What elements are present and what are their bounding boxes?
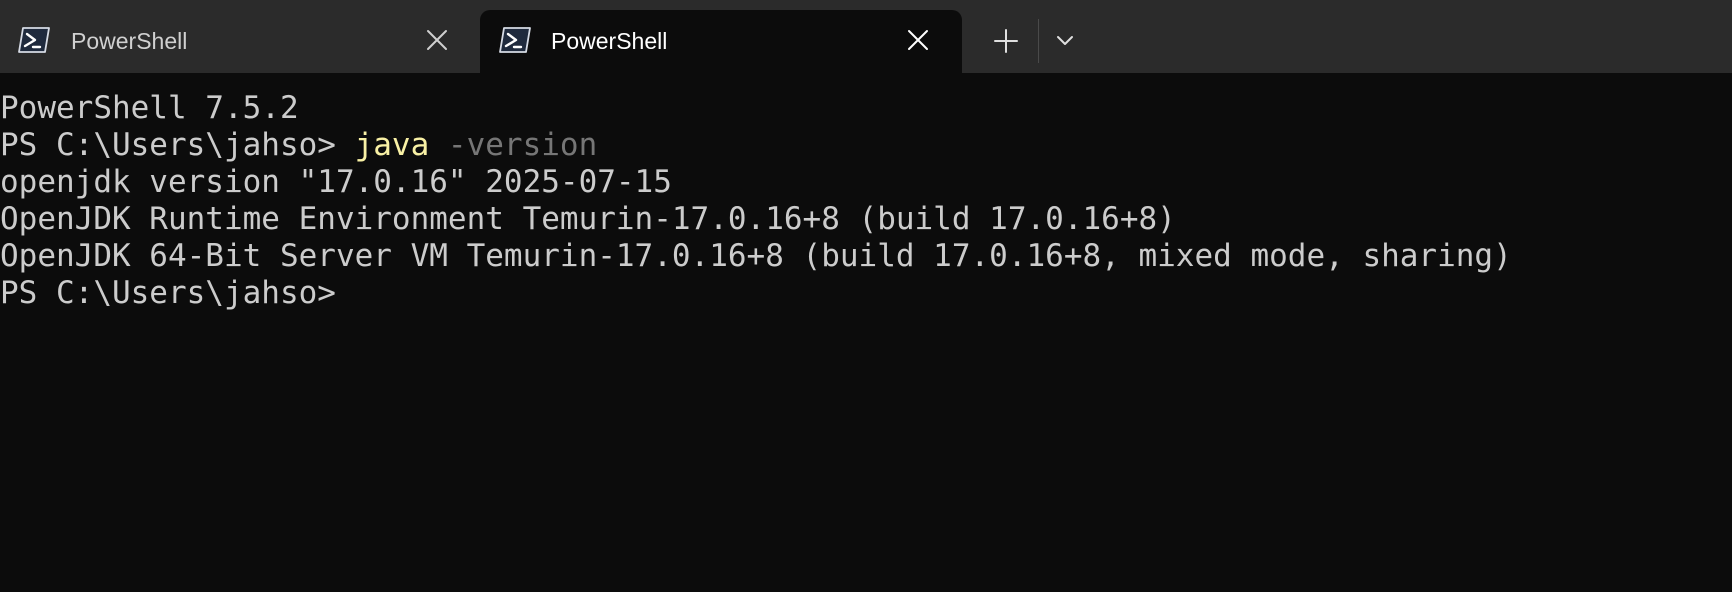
dropdown-button[interactable] (1052, 28, 1078, 52)
close-icon[interactable] (425, 28, 449, 52)
prompt-line: PS C:\Users\jahso> (0, 275, 336, 311)
command-line: PS C:\Users\jahso> java -version (0, 127, 1732, 164)
new-tab-button[interactable] (990, 25, 1022, 57)
terminal-pane[interactable]: PowerShell 7.5.2 PS C:\Users\jahso> java… (0, 73, 1732, 592)
tab-bar: PowerShell PowerShell (0, 0, 1732, 73)
output-line: OpenJDK Runtime Environment Temurin-17.0… (0, 201, 1176, 237)
command: java (354, 127, 430, 163)
plus-icon (994, 29, 1018, 53)
toolbar-divider (1038, 19, 1039, 63)
chevron-down-icon (1057, 36, 1073, 45)
powershell-icon (499, 27, 531, 53)
output-line: openjdk version "17.0.16" 2025-07-15 (0, 164, 672, 200)
close-icon[interactable] (906, 28, 930, 52)
command-argument: -version (429, 127, 598, 163)
prompt: PS C:\Users\jahso> (0, 127, 355, 163)
tab-powershell-2[interactable]: PowerShell (480, 10, 962, 73)
powershell-icon (18, 27, 50, 53)
tab-powershell-1[interactable]: PowerShell (0, 10, 478, 73)
output-line: OpenJDK 64-Bit Server VM Temurin-17.0.16… (0, 238, 1512, 274)
tab-title: PowerShell (71, 28, 188, 54)
banner-line: PowerShell 7.5.2 (0, 90, 299, 126)
tab-title: PowerShell (551, 28, 668, 54)
